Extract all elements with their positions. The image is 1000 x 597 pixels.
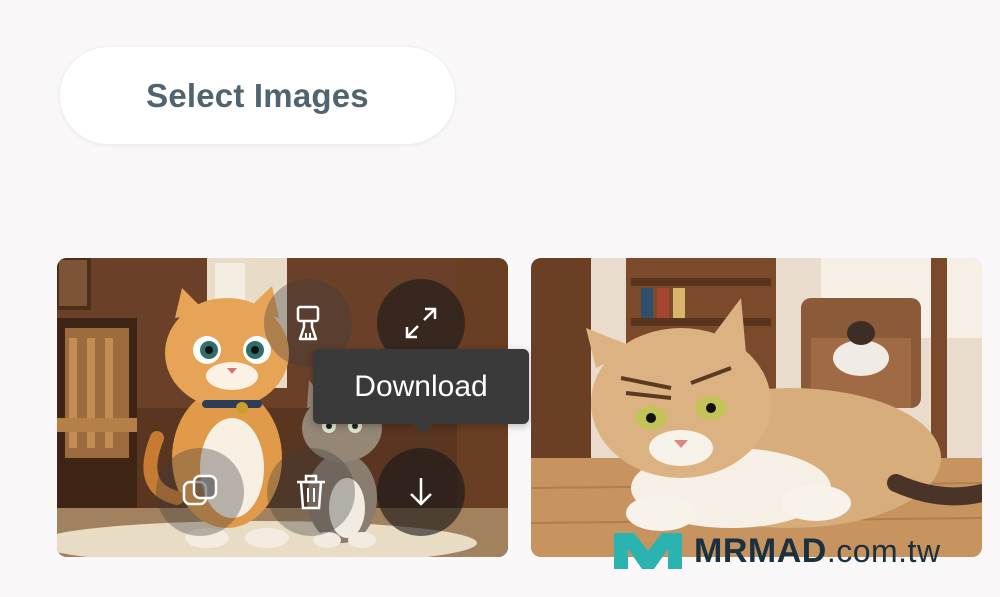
mrmad-brand: MRMAD [694,531,827,570]
expand-icon [405,307,437,339]
duplicate-icon [182,474,218,506]
delete-icon [297,474,325,510]
select-images-button[interactable]: Select Images [59,46,456,145]
download-icon [410,478,432,506]
clean-icon [296,305,320,341]
image-card-2[interactable] [531,258,982,557]
mrmad-domain: .com.tw [826,532,941,569]
tabby-cat-image [531,258,982,557]
mrmad-watermark: MRMAD.com.tw [612,527,941,575]
download-button[interactable] [377,448,465,536]
download-tooltip: Download [313,349,529,434]
delete-button[interactable] [267,448,355,536]
mrmad-logo-icon [614,533,682,569]
duplicate-button[interactable] [156,448,244,536]
mrmad-brand-text: MRMAD.com.tw [694,532,941,571]
